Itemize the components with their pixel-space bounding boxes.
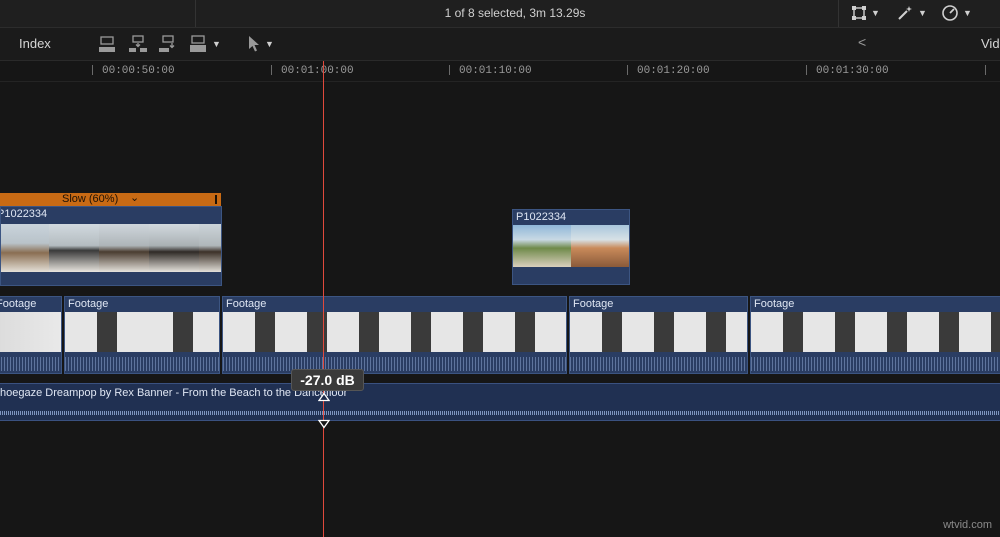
ruler-tick — [627, 65, 628, 75]
ruler-tick — [271, 65, 272, 75]
clip-thumbnail — [513, 225, 571, 267]
clip-thumbnail — [149, 224, 199, 272]
clip-name: Footage — [0, 298, 37, 310]
ruler-label: 00:00:50:00 — [102, 65, 175, 77]
video-inspector-label: Vid — [981, 36, 1000, 51]
append-clip-button[interactable] — [158, 34, 178, 54]
select-tool-button[interactable]: ▼ — [247, 34, 274, 54]
select-arrow-tool-icon — [249, 36, 259, 52]
watermark: wtvid.com — [943, 519, 992, 531]
ruler-tick — [449, 65, 450, 75]
transform-icon — [852, 6, 866, 20]
clip-filmstrip — [65, 312, 219, 352]
overwrite-clip-button[interactable]: ▼ — [188, 34, 221, 54]
ruler-label: 00:01:30:00 — [816, 65, 889, 77]
chevron-down-icon: ▼ — [212, 39, 221, 49]
audio-waveform — [65, 357, 219, 371]
ruler-label: 00:01:20:00 — [637, 65, 710, 77]
ruler-label: 00:01:00:00 — [281, 65, 354, 77]
primary-clip[interactable]: Footage — [569, 296, 748, 374]
retime-button[interactable]: ▼ — [941, 3, 972, 23]
top-status-bar: 1 of 8 selected, 3m 13.29s ▼ ▼ ▼ — [0, 0, 1000, 28]
ruler-tick — [806, 65, 807, 75]
connected-clip[interactable]: P1022334 — [512, 209, 630, 285]
clip-name: Footage — [68, 298, 109, 310]
clip-name: P1022334 — [0, 208, 48, 220]
clip-filmstrip — [0, 312, 61, 352]
volume-handle-down-icon[interactable] — [318, 419, 330, 429]
primary-clip[interactable]: Footage — [64, 296, 220, 374]
retime-bar[interactable]: Slow (60%) ⌄ — [0, 191, 221, 206]
clip-name: Footage — [226, 298, 267, 310]
clip-name: Footage — [754, 298, 795, 310]
overwrite-clip-icon — [190, 35, 206, 52]
audio-waveform — [223, 357, 566, 371]
primary-clip[interactable]: Footage — [222, 296, 567, 374]
music-clip[interactable]: hoegaze Dreampop by Rex Banner - From th… — [0, 383, 1000, 421]
clip-thumbnail — [49, 224, 99, 272]
append-clip-icon — [159, 35, 175, 52]
transform-button[interactable]: ▼ — [851, 3, 880, 23]
chevron-down-icon: ▼ — [871, 8, 880, 18]
clip-filmstrip — [223, 312, 566, 352]
audio-waveform — [570, 357, 747, 371]
clip-filmstrip — [513, 225, 629, 267]
primary-clip[interactable]: Footage — [750, 296, 1000, 374]
magic-wand-icon — [898, 6, 912, 20]
selection-status: 1 of 8 selected, 3m 13.29s — [444, 6, 586, 20]
primary-clip[interactable]: Footage — [0, 296, 62, 374]
ruler-tick — [92, 65, 93, 75]
timeline-toolbar: Index ▼ ▼ < Vid — [0, 28, 1000, 61]
chevron-down-icon: ▼ — [918, 8, 927, 18]
enhance-button[interactable]: ▼ — [896, 3, 927, 23]
clip-filmstrip — [1, 224, 221, 272]
insert-clip-icon — [129, 35, 147, 52]
clip-name: Footage — [573, 298, 614, 310]
clip-name: P1022334 — [516, 211, 567, 223]
ruler-label: 00:01:10:00 — [459, 65, 532, 77]
timeline-ruler[interactable]: 00:00:50:00 00:01:00:00 00:01:10:00 00:0… — [0, 61, 1000, 82]
clip-thumbnail — [1, 224, 49, 272]
audio-waveform — [0, 411, 1000, 415]
clip-thumbnail — [199, 224, 221, 272]
playhead[interactable] — [323, 61, 324, 537]
retime-speed-label[interactable]: Slow (60%) — [62, 193, 118, 205]
chevron-down-icon[interactable]: ⌄ — [130, 191, 139, 204]
audio-waveform — [751, 357, 1000, 371]
volume-handle-up-icon[interactable] — [318, 392, 330, 402]
audio-waveform — [0, 357, 61, 371]
chevron-left-icon[interactable]: < — [858, 34, 866, 50]
clip-thumbnail — [571, 225, 629, 267]
insert-clip-button[interactable] — [128, 34, 148, 54]
chevron-down-icon: ▼ — [963, 8, 972, 18]
chevron-down-icon: ▼ — [265, 39, 274, 49]
volume-db-tooltip: -27.0 dB — [291, 369, 364, 391]
index-button[interactable]: Index — [19, 36, 51, 51]
speed-gauge-icon — [942, 5, 958, 21]
retime-handle[interactable] — [215, 195, 217, 204]
clip-filmstrip — [751, 312, 1000, 352]
clip-filmstrip — [570, 312, 747, 352]
connected-clip[interactable]: P1022334 — [0, 206, 222, 286]
clip-thumbnail — [99, 224, 149, 272]
connect-clip-button[interactable] — [97, 34, 117, 54]
connect-clip-icon — [99, 36, 115, 52]
ruler-tick — [985, 65, 986, 75]
